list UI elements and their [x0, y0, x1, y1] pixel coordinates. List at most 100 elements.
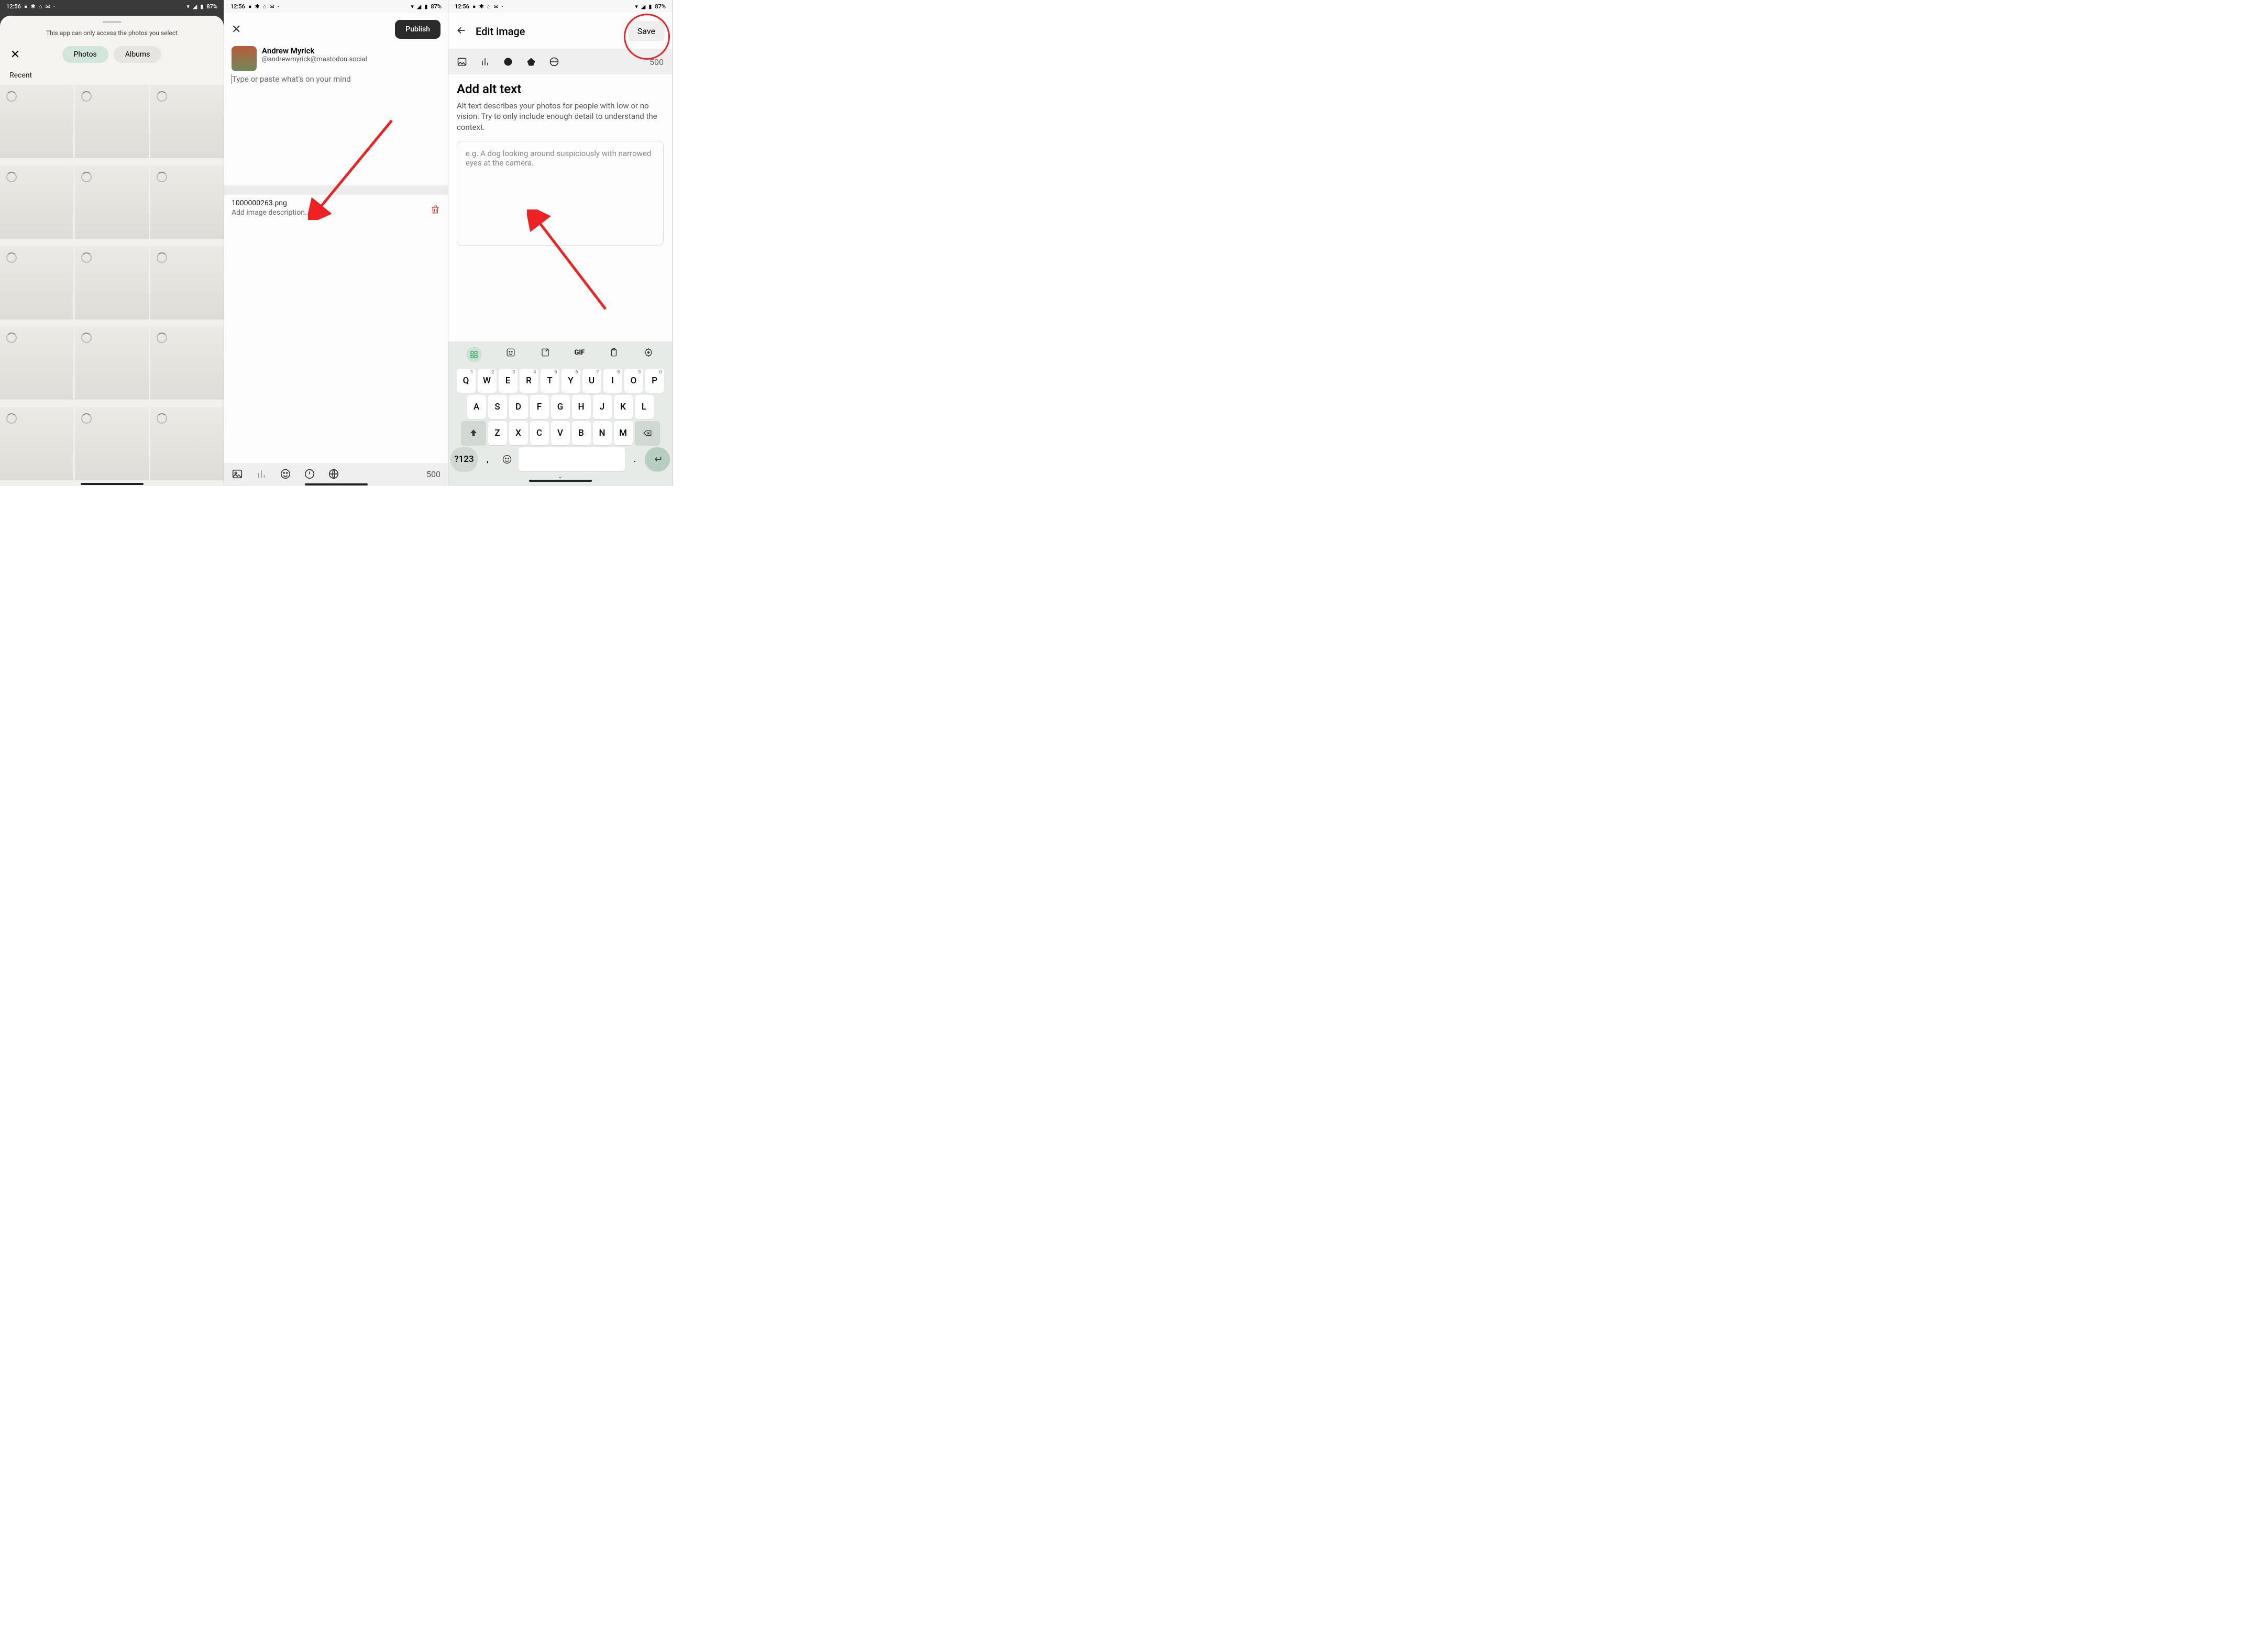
- key-k[interactable]: K: [614, 395, 633, 419]
- photo-thumb[interactable]: [75, 165, 148, 239]
- poll-icon[interactable]: [480, 57, 490, 67]
- photo-thumb[interactable]: [75, 407, 148, 480]
- key-n[interactable]: N: [593, 421, 612, 445]
- key-comma[interactable]: ,: [480, 447, 496, 471]
- soft-keyboard: GIF Q1W2E3R4T5Y6U7I8O9P0 ASDFGHJKL ZXCVB…: [448, 341, 672, 486]
- dot-icon: ·: [502, 3, 503, 10]
- key-enter[interactable]: [645, 447, 670, 471]
- key-t[interactable]: T5: [541, 369, 559, 393]
- nav-gesture-bar: [529, 480, 592, 482]
- close-icon[interactable]: ✕: [232, 23, 247, 36]
- key-f[interactable]: F: [530, 395, 549, 419]
- key-period[interactable]: .: [627, 447, 643, 471]
- key-m[interactable]: M: [614, 421, 633, 445]
- add-description[interactable]: Add image description…: [232, 208, 310, 217]
- photo-thumb[interactable]: [0, 407, 73, 480]
- kb-sticker-icon[interactable]: [505, 347, 516, 358]
- photo-thumb[interactable]: [75, 85, 148, 158]
- kb-note-icon[interactable]: [540, 347, 551, 358]
- mail-icon: ✉: [493, 3, 498, 10]
- tab-albums[interactable]: Albums: [114, 46, 162, 63]
- photo-thumb[interactable]: [150, 326, 224, 400]
- key-v[interactable]: V: [551, 421, 570, 445]
- photo-thumb[interactable]: [150, 407, 224, 480]
- cw-icon[interactable]: [526, 57, 536, 67]
- kb-collapse-icon[interactable]: ⌄: [555, 473, 566, 479]
- key-l[interactable]: L: [635, 395, 654, 419]
- kb-settings-icon[interactable]: [643, 347, 654, 358]
- tab-photos[interactable]: Photos: [62, 46, 108, 63]
- back-icon[interactable]: [456, 25, 467, 38]
- image-icon[interactable]: [457, 57, 467, 67]
- photo-thumb[interactable]: [150, 165, 224, 239]
- sheet-grabber[interactable]: [103, 21, 122, 23]
- key-backspace[interactable]: [635, 421, 660, 445]
- phone-compose: 12:56 ● ✱ ⌂ ✉ · ▾ ◢ ▮ 87% ✕ Publish Andr…: [224, 0, 448, 486]
- battery-icon: ▮: [648, 3, 652, 10]
- kb-grid-icon[interactable]: [466, 347, 482, 362]
- key-z[interactable]: Z: [488, 421, 507, 445]
- key-p[interactable]: P0: [645, 369, 664, 393]
- dot-icon: ·: [278, 3, 279, 10]
- key-w[interactable]: W2: [478, 369, 497, 393]
- status-battery: 87%: [655, 3, 666, 10]
- photo-thumb[interactable]: [150, 246, 224, 319]
- key-s[interactable]: S: [488, 395, 507, 419]
- photo-thumb[interactable]: [0, 246, 73, 319]
- key-d[interactable]: D: [509, 395, 528, 419]
- compose-toolbar: 500: [224, 463, 448, 486]
- cw-icon[interactable]: [304, 468, 315, 480]
- key-j[interactable]: J: [593, 395, 612, 419]
- save-button[interactable]: Save: [628, 21, 665, 41]
- key-symbols[interactable]: ?123: [450, 447, 478, 471]
- photo-thumb[interactable]: [150, 85, 224, 158]
- key-h[interactable]: H: [572, 395, 591, 419]
- key-u[interactable]: U7: [582, 369, 601, 393]
- key-b[interactable]: B: [572, 421, 591, 445]
- key-space[interactable]: [519, 447, 625, 471]
- wifi-icon: ▾: [635, 3, 638, 10]
- photo-thumb[interactable]: [0, 85, 73, 158]
- kb-clipboard-icon[interactable]: [608, 347, 620, 358]
- alt-heading: Add alt text: [457, 82, 664, 96]
- photo-thumb[interactable]: [75, 326, 148, 400]
- key-q[interactable]: Q1: [457, 369, 476, 393]
- photo-picker-sheet: This app can only access the photos you …: [0, 16, 224, 486]
- compose-placeholder: Type or paste what's on your mind: [232, 74, 351, 84]
- globe-icon[interactable]: [549, 57, 559, 67]
- key-a[interactable]: A: [467, 395, 486, 419]
- key-i[interactable]: I8: [603, 369, 622, 393]
- photo-thumb[interactable]: [0, 165, 73, 239]
- edit-toolbar: 500: [448, 49, 672, 74]
- key-emoji[interactable]: [498, 447, 516, 471]
- status-time: 12:56: [6, 3, 21, 10]
- kb-gif-icon[interactable]: GIF: [574, 347, 585, 358]
- key-c[interactable]: C: [530, 421, 549, 445]
- photo-thumb[interactable]: [0, 326, 73, 400]
- alt-text-input[interactable]: e.g. A dog looking around suspiciously w…: [457, 141, 664, 246]
- compose-input[interactable]: Type or paste what's on your mind: [224, 74, 448, 86]
- avatar[interactable]: [232, 46, 257, 71]
- globe-icon[interactable]: [328, 468, 339, 480]
- key-shift[interactable]: [461, 421, 486, 445]
- close-icon[interactable]: ✕: [7, 48, 23, 61]
- status-bar: 12:56 ● ✱ ⌂ ✉ · ▾ ◢ ▮ 87%: [224, 0, 448, 13]
- trash-icon[interactable]: [430, 199, 441, 217]
- phone-edit-image: 12:56 ● ✱ ⌂ ✉ · ▾ ◢ ▮ 87% Edit image Sav…: [448, 0, 673, 486]
- handle: @andrewmyrick@mastodon.social: [262, 56, 367, 63]
- poll-icon[interactable]: [256, 468, 267, 480]
- key-g[interactable]: G: [551, 395, 570, 419]
- key-e[interactable]: E3: [499, 369, 518, 393]
- publish-button[interactable]: Publish: [395, 20, 441, 39]
- photo-thumb[interactable]: [75, 246, 148, 319]
- section-recent: Recent: [0, 71, 224, 85]
- image-icon[interactable]: [232, 468, 243, 480]
- key-o[interactable]: O9: [624, 369, 643, 393]
- key-r[interactable]: R4: [520, 369, 538, 393]
- key-y[interactable]: Y6: [562, 369, 580, 393]
- wifi-icon: ▾: [186, 3, 190, 10]
- kb-row4: ?123 , .: [450, 447, 670, 471]
- emoji-icon[interactable]: [280, 468, 291, 480]
- emoji-icon[interactable]: [503, 57, 513, 67]
- key-x[interactable]: X: [509, 421, 528, 445]
